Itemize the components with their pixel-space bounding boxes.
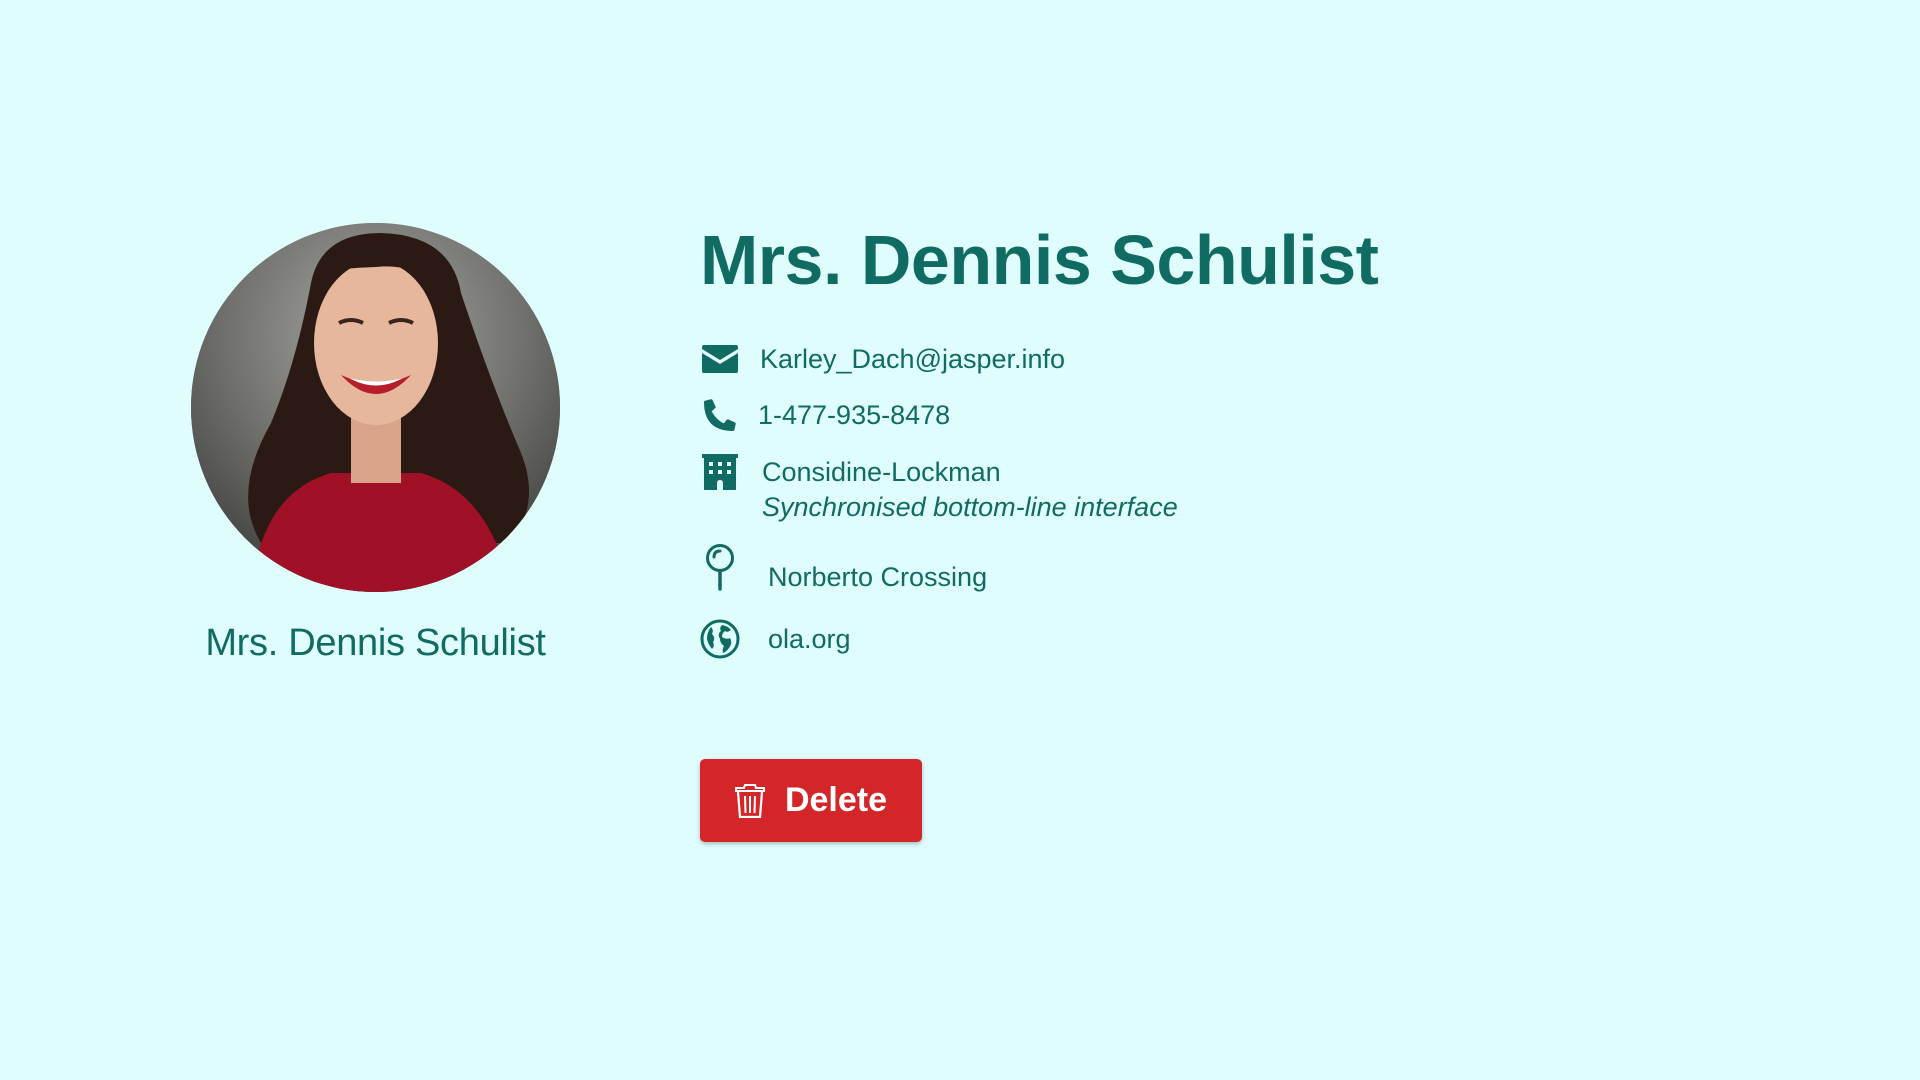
map-pin-icon: [700, 543, 740, 591]
delete-button[interactable]: Delete: [700, 759, 922, 842]
email-link[interactable]: Karley_Dach@jasper.info: [760, 339, 1065, 377]
phone-icon: [700, 395, 740, 435]
trash-icon: [734, 783, 765, 818]
contact-info-list: Karley_Dach@jasper.info 1-477-935-8478 C…: [700, 339, 1800, 659]
delete-button-label: Delete: [784, 781, 888, 819]
company-info: Considine-Lockman Synchronised bottom-li…: [762, 452, 1178, 524]
company-name: Considine-Lockman: [762, 457, 1001, 487]
avatar: [191, 223, 560, 592]
email-row: Karley_Dach@jasper.info: [700, 339, 1800, 379]
company-row: Considine-Lockman Synchronised bottom-li…: [700, 452, 1800, 524]
website-row: ola.org: [700, 619, 1800, 659]
profile-name: Mrs. Dennis Schulist: [700, 221, 1379, 299]
profile-details: Mrs. Dennis Schulist Karley_Dach@jasper.…: [700, 222, 1800, 659]
avatar-caption: Mrs. Dennis Schulist: [205, 622, 546, 664]
phone-number[interactable]: 1-477-935-8478: [758, 395, 950, 433]
phone-row: 1-477-935-8478: [700, 395, 1800, 435]
building-icon: [700, 452, 740, 492]
location-row: Norberto Crossing: [700, 543, 1800, 595]
avatar-photo: [191, 223, 560, 592]
company-catchphrase: Synchronised bottom-line interface: [762, 492, 1178, 522]
street-address: Norberto Crossing: [768, 562, 988, 592]
profile-left-column: Mrs. Dennis Schulist: [191, 223, 560, 665]
website-link[interactable]: ola.org: [768, 619, 851, 657]
envelope-icon: [700, 339, 740, 379]
globe-icon: [700, 619, 740, 659]
